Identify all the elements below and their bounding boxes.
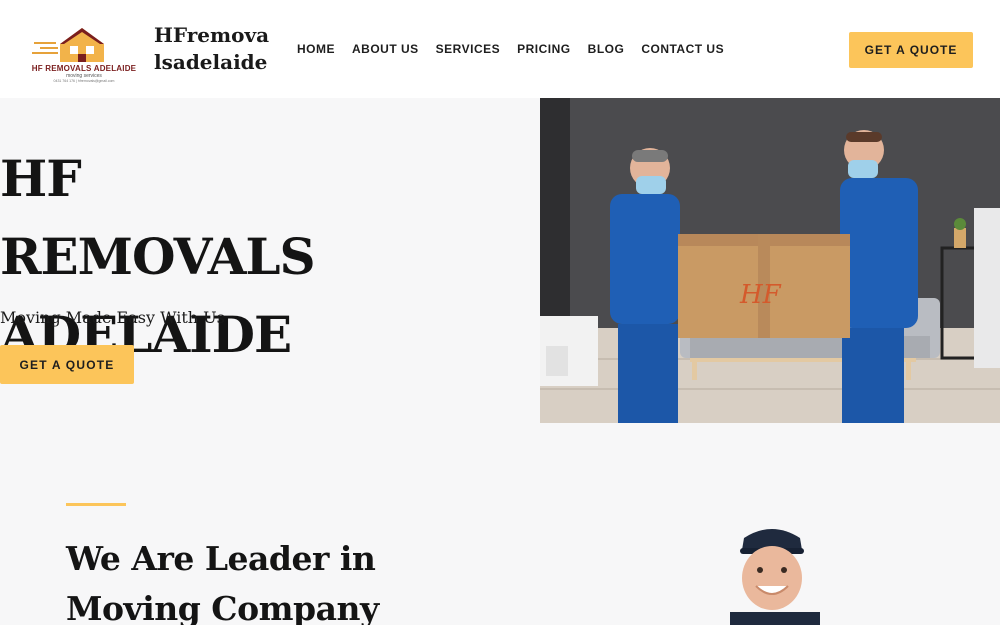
hero-image-movers: HF bbox=[540, 98, 1000, 423]
about-title-line2: Moving Company bbox=[66, 589, 379, 625]
nav-contact-us[interactable]: CONTACT US bbox=[641, 42, 724, 56]
nav-about-us[interactable]: ABOUT US bbox=[352, 42, 419, 56]
nav-blog[interactable]: BLOG bbox=[588, 42, 625, 56]
site-logo[interactable]: HF REMOVALS ADELAIDE moving services 043… bbox=[30, 22, 138, 84]
worker-image bbox=[720, 520, 830, 625]
get-quote-button-hero[interactable]: GET A QUOTE bbox=[0, 345, 134, 384]
get-quote-button-header[interactable]: GET A QUOTE bbox=[849, 32, 973, 68]
about-title: We Are Leader in Moving Company bbox=[66, 534, 446, 625]
accent-divider bbox=[66, 503, 126, 506]
hero-title-line1: HF REMOVALS bbox=[0, 149, 316, 286]
main-nav: HOME ABOUT US SERVICES PRICING BLOG CONT… bbox=[297, 42, 741, 56]
hero-title: HF REMOVALS ADELAIDE bbox=[0, 140, 400, 374]
house-icon bbox=[32, 28, 104, 62]
logo-contact: 0431 764 176 | hfremovals@gmail.com bbox=[53, 79, 115, 83]
site-title[interactable]: HFremova lsadelaide bbox=[154, 22, 274, 76]
nav-services[interactable]: SERVICES bbox=[436, 42, 500, 56]
nav-home[interactable]: HOME bbox=[297, 42, 335, 56]
box-logo-text: HF bbox=[739, 280, 782, 310]
nav-pricing[interactable]: PRICING bbox=[517, 42, 571, 56]
logo-name: HF REMOVALS ADELAIDE bbox=[31, 64, 137, 73]
site-header: HF REMOVALS ADELAIDE moving services 043… bbox=[0, 0, 1000, 98]
about-title-line1: We Are Leader in bbox=[66, 539, 376, 578]
hero-subtitle: Moving Made Easy With Us bbox=[0, 308, 225, 327]
